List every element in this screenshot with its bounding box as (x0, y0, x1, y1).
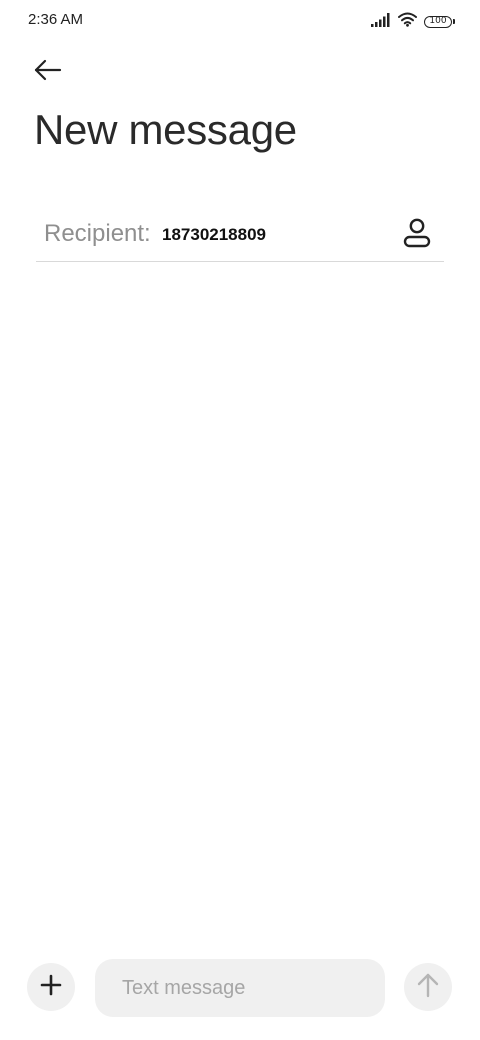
contact-picker-button[interactable] (400, 218, 434, 252)
status-time: 2:36 AM (28, 11, 84, 28)
message-input[interactable] (95, 959, 385, 1017)
page-title: New message (34, 106, 297, 153)
battery-icon: 100 (424, 16, 455, 28)
person-icon (403, 218, 431, 253)
arrow-up-icon (417, 972, 439, 1003)
back-button[interactable] (26, 52, 70, 92)
recipient-label: Recipient: (44, 220, 151, 247)
attach-button[interactable] (27, 963, 75, 1011)
arrow-left-icon (34, 59, 62, 86)
recipient-value[interactable]: 18730218809 (162, 225, 266, 245)
send-button[interactable] (404, 963, 452, 1011)
wifi-icon (398, 12, 417, 32)
recipient-field[interactable]: Recipient: 18730218809 (36, 208, 444, 262)
status-icons: 100 (371, 12, 455, 32)
plus-icon (40, 974, 62, 1001)
status-bar: 2:36 AM 100 (0, 0, 480, 42)
signal-icon (371, 12, 391, 32)
compose-bar (0, 956, 480, 1020)
